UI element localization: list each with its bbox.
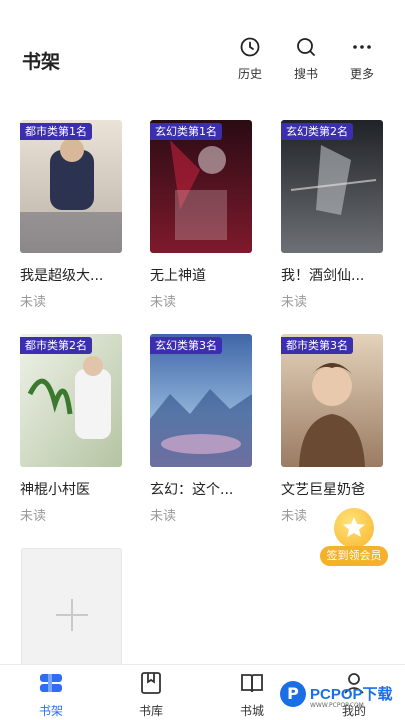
rank-badge: 都市类第3名 (281, 337, 353, 354)
rank-badge: 玄幻类第3名 (150, 337, 222, 354)
book-title[interactable]: 文艺巨星奶爸 (281, 479, 383, 499)
watermark-text: PCPOP下载 (310, 686, 393, 703)
book-title[interactable]: 玄幻：这个... (150, 479, 252, 499)
history-label: 历史 (237, 67, 262, 81)
more-label: 更多 (349, 67, 374, 81)
book-card[interactable]: 玄幻类第1名 无上神道 未读 (150, 120, 252, 310)
page-title: 书架 (22, 51, 61, 73)
read-status: 未读 (20, 509, 47, 524)
rank-badge: 都市类第2名 (20, 337, 92, 354)
plus-icon-vertical (71, 599, 73, 631)
rank-badge: 都市类第1名 (20, 123, 92, 140)
tab-bookshelf[interactable]: 书架 (21, 671, 81, 719)
tab-label: 书城 (239, 704, 264, 718)
watermark-subtext: WWW.PCPOP.COM (310, 702, 364, 709)
book-cover[interactable]: 都市类第2名 (20, 334, 122, 467)
read-status: 未读 (281, 295, 308, 310)
read-status: 未读 (150, 509, 177, 524)
book-title[interactable]: 我！酒剑仙... (281, 265, 383, 285)
tab-library[interactable]: 书库 (121, 671, 181, 719)
rank-badge: 玄幻类第1名 (150, 123, 222, 140)
tab-bookstore[interactable]: 书城 (222, 671, 282, 719)
more-button[interactable]: 更多 (340, 36, 384, 82)
book-card[interactable]: 玄幻类第3名 玄幻：这个... 未读 (150, 334, 252, 524)
signin-label: 签到领会员 (320, 546, 388, 566)
book-cover[interactable]: 玄幻类第2名 (281, 120, 383, 253)
book-cover[interactable]: 都市类第3名 (281, 334, 383, 467)
book-card[interactable]: 都市类第1名 我是超级大... 未读 (20, 120, 122, 310)
book-card[interactable]: 玄幻类第2名 我！酒剑仙... 未读 (281, 120, 383, 310)
bookstore-icon (240, 671, 264, 695)
book-title[interactable]: 我是超级大... (20, 265, 122, 285)
search-books-button[interactable]: 搜书 (284, 36, 328, 82)
star-coin-icon (334, 508, 374, 548)
book-card[interactable]: 都市类第2名 神棍小村医 未读 (20, 334, 122, 524)
book-title[interactable]: 神棍小村医 (20, 479, 122, 499)
top-bar: 书架 历史 搜书 更多 (0, 0, 405, 100)
read-status: 未读 (20, 295, 47, 310)
book-title[interactable]: 无上神道 (150, 265, 252, 285)
book-cover[interactable]: 玄幻类第3名 (150, 334, 252, 467)
library-icon (139, 671, 163, 695)
search-books-label: 搜书 (293, 67, 318, 81)
rank-badge: 玄幻类第2名 (281, 123, 353, 140)
bookshelf-icon (39, 671, 63, 695)
search-icon (295, 36, 317, 58)
clock-icon (239, 36, 261, 58)
book-cover[interactable]: 都市类第1名 (20, 120, 122, 253)
add-book-button[interactable] (21, 548, 122, 668)
more-dots-icon (351, 36, 373, 58)
book-card[interactable]: 都市类第3名 文艺巨星奶爸 未读 (281, 334, 383, 524)
history-button[interactable]: 历史 (228, 36, 272, 82)
tab-label: 书库 (138, 704, 163, 718)
tab-label: 书架 (38, 704, 63, 718)
book-cover[interactable]: 玄幻类第1名 (150, 120, 252, 253)
pcpop-logo-icon: P (280, 681, 306, 707)
signin-reward-button[interactable]: 签到领会员 (318, 508, 390, 570)
pcpop-watermark: P PCPOP下载 WWW.PCPOP.COM (280, 681, 404, 715)
read-status: 未读 (150, 295, 177, 310)
